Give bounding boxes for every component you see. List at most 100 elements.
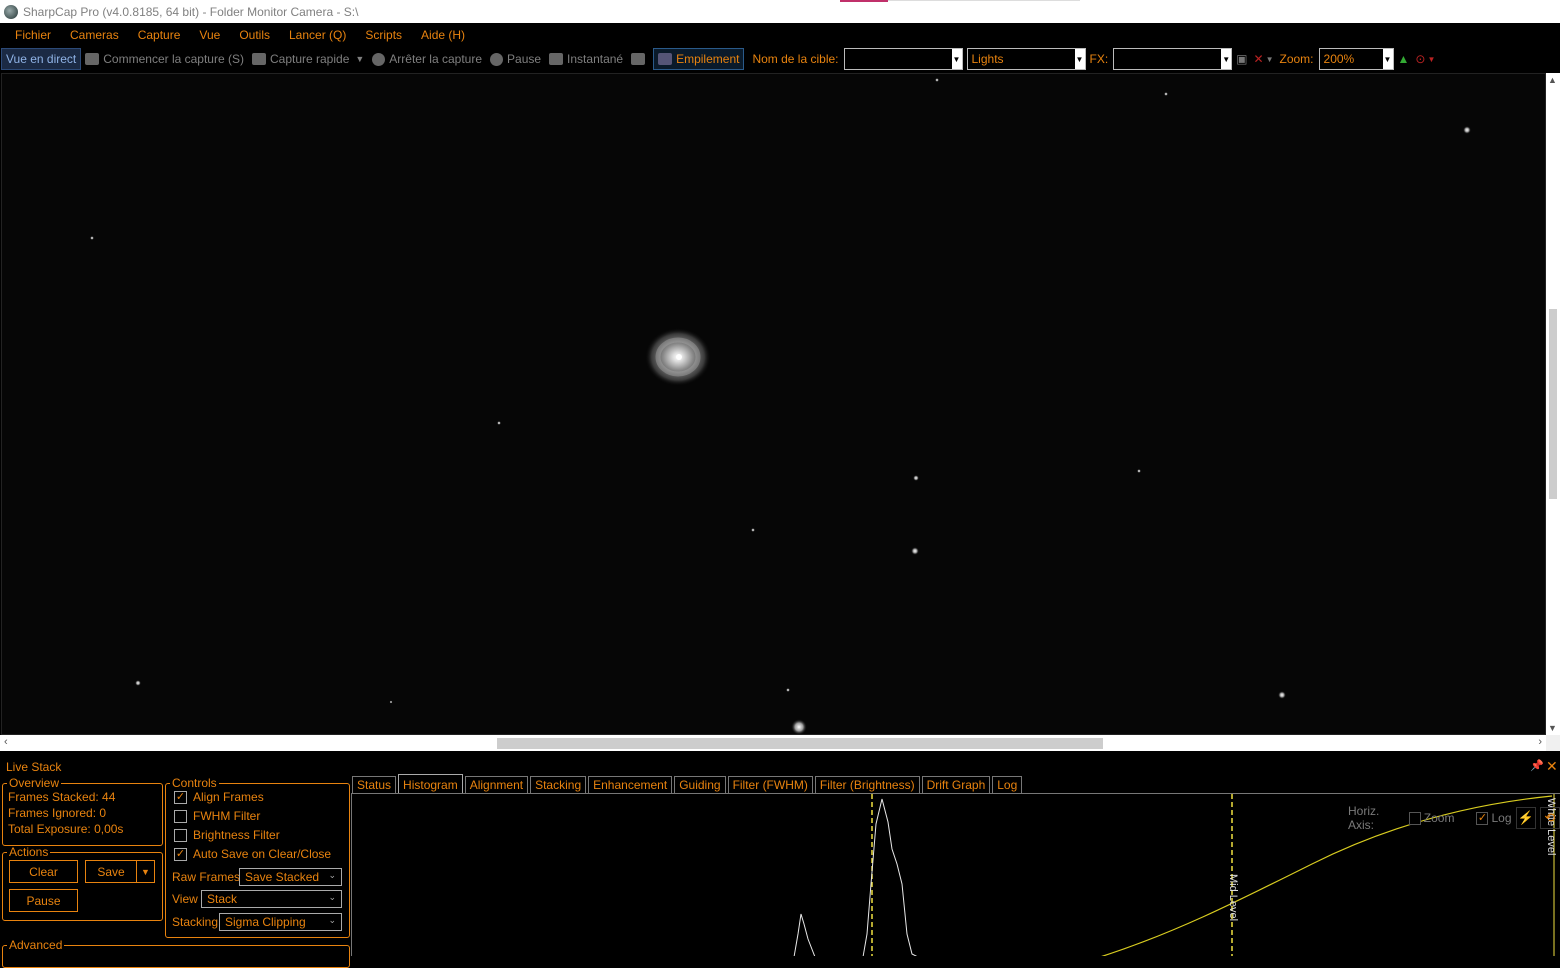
quick-capture-button[interactable]: Capture rapide ▼ <box>251 48 364 70</box>
brightness-filter-checkbox[interactable] <box>174 828 187 842</box>
auto-save-option[interactable]: ✓ Auto Save on Clear/Close <box>174 847 331 861</box>
frames-stacked-label: Frames Stacked: <box>8 790 99 804</box>
histogram-panel[interactable]: Mid Level White Level Horiz. Axis: Zoom … <box>351 793 1560 956</box>
start-capture-button[interactable]: Commencer la capture (S) <box>85 48 244 70</box>
vertical-scrollbar[interactable]: ▲ ▼ <box>1546 73 1560 735</box>
mid-level-label: Mid Level <box>1227 874 1239 922</box>
chevron-down-icon[interactable]: ▼ <box>355 54 364 64</box>
zoom-checkbox[interactable] <box>1408 811 1421 825</box>
view-row: View Stack ⌄ <box>172 889 344 909</box>
pin-icon[interactable]: 📌 <box>1530 759 1544 772</box>
scroll-right-icon[interactable]: › <box>1538 736 1542 748</box>
zoom-combo[interactable]: 200% ▼ <box>1318 48 1394 70</box>
brightness-filter-option[interactable]: Brightness Filter <box>174 828 280 842</box>
fwhm-filter-label: FWHM Filter <box>193 809 261 823</box>
menu-lancer[interactable]: Lancer (Q) <box>289 28 346 42</box>
menu-vue[interactable]: Vue <box>199 28 220 42</box>
overview-legend: Overview <box>9 776 60 790</box>
stack-icon <box>658 53 673 65</box>
clear-button[interactable]: Clear <box>9 860 78 883</box>
fx-combo[interactable]: ▼ <box>1113 48 1233 70</box>
menu-outils[interactable]: Outils <box>239 28 270 42</box>
save-dropdown-button[interactable]: ▼ <box>136 860 155 883</box>
crosshair-icon[interactable]: ✕ <box>1254 52 1264 66</box>
frame-type-combo[interactable]: Lights ▼ <box>966 48 1086 70</box>
horiz-axis-label: Horiz. Axis: <box>1348 804 1380 832</box>
scroll-corner <box>1546 735 1560 751</box>
auto-save-checkbox[interactable]: ✓ <box>174 847 187 861</box>
target-name-combo[interactable]: ▼ <box>843 48 963 70</box>
fx-value <box>1114 49 1221 69</box>
app-icon <box>4 4 18 19</box>
horizontal-scroll-thumb[interactable] <box>497 738 1103 749</box>
video-camera-icon <box>251 53 266 65</box>
live-stack-title: Live Stack <box>6 760 62 774</box>
chevron-down-icon[interactable]: ▼ <box>1266 55 1274 64</box>
quick-capture-label: Capture rapide <box>269 52 350 66</box>
log-checkbox[interactable]: ✓ <box>1476 811 1489 825</box>
scroll-up-icon[interactable]: ▲ <box>1548 75 1557 85</box>
save-button[interactable]: Save <box>85 860 137 883</box>
stacking-button[interactable]: Empilement <box>653 48 745 70</box>
align-frames-checkbox[interactable]: ✓ <box>174 790 187 804</box>
tab-guiding[interactable]: Guiding <box>674 776 726 794</box>
close-icon[interactable]: ✕ <box>1546 758 1558 775</box>
auto-stretch-icon[interactable]: ⚡ <box>1515 807 1536 829</box>
menu-scripts[interactable]: Scripts <box>365 28 402 42</box>
pause-stack-button[interactable]: Pause <box>9 889 78 912</box>
image-viewport[interactable] <box>1 73 1546 735</box>
snapshot-button[interactable]: Instantané <box>549 48 623 70</box>
brightness-filter-label: Brightness Filter <box>193 828 280 842</box>
menu-capture[interactable]: Capture <box>138 28 181 42</box>
vertical-scroll-thumb[interactable] <box>1549 309 1557 499</box>
menu-bar: Fichier Cameras Capture Vue Outils Lance… <box>0 23 1560 46</box>
fwhm-filter-option[interactable]: FWHM Filter <box>174 809 260 823</box>
tab-drift-graph[interactable]: Drift Graph <box>921 776 991 794</box>
reset-icon[interactable]: ⟲ <box>1539 807 1560 829</box>
frames-ignored-label: Frames Ignored: <box>8 806 97 820</box>
log-axis-label: Log <box>1491 811 1512 825</box>
raw-frames-select[interactable]: Save Stacked ⌄ <box>239 868 342 886</box>
histogram-curve <box>793 798 918 956</box>
tab-status[interactable]: Status <box>352 776 397 794</box>
live-view-button[interactable]: Vue en direct <box>1 48 82 70</box>
tab-filter-brightness[interactable]: Filter (Brightness) <box>814 776 920 794</box>
view-value: Stack <box>207 892 238 906</box>
fwhm-filter-checkbox[interactable] <box>174 809 187 823</box>
chevron-down-icon[interactable]: ▼ <box>1427 55 1435 64</box>
frames-stacked-value: 44 <box>102 790 116 804</box>
stop-icon <box>372 52 386 66</box>
raw-frames-row: Raw Frames Save Stacked ⌄ <box>172 867 344 887</box>
frames-ignored-value: 0 <box>99 806 107 820</box>
tab-filter-fwhm[interactable]: Filter (FWHM) <box>727 776 813 794</box>
reticle-icon[interactable]: ▣ <box>1236 52 1247 66</box>
menu-cameras[interactable]: Cameras <box>70 28 119 42</box>
chevron-down-icon: ▼ <box>951 49 962 69</box>
chevron-down-icon: ▼ <box>1074 49 1085 69</box>
align-frames-option[interactable]: ✓ Align Frames <box>174 790 264 804</box>
view-select[interactable]: Stack ⌄ <box>201 890 342 908</box>
pause-button[interactable]: Pause <box>490 48 541 70</box>
tab-log[interactable]: Log <box>992 776 1023 794</box>
video-camera-icon <box>85 53 100 65</box>
tab-enhancement[interactable]: Enhancement <box>588 776 673 794</box>
frames-stacked-row: Frames Stacked: 44 <box>8 790 162 806</box>
chevron-down-icon: ▼ <box>1221 49 1232 69</box>
stacking-select[interactable]: Sigma Clipping ⌄ <box>219 913 342 931</box>
display-settings-button[interactable] <box>631 48 649 70</box>
scroll-left-icon[interactable]: ‹ <box>4 736 8 748</box>
tab-histogram[interactable]: Histogram <box>398 774 463 794</box>
stop-capture-button[interactable]: Arrêter la capture <box>372 48 482 70</box>
tab-stacking[interactable]: Stacking <box>530 776 587 794</box>
tab-alignment[interactable]: Alignment <box>464 776 529 794</box>
histogram-icon[interactable]: ▲ <box>1398 52 1410 66</box>
menu-aide[interactable]: Aide (H) <box>421 28 465 42</box>
scroll-down-icon[interactable]: ▼ <box>1548 723 1557 733</box>
controls-legend: Controls <box>172 776 217 790</box>
zoom-tool-icon[interactable]: ⊙ <box>1415 52 1425 66</box>
live-stack-panel: Live Stack 📌 ✕ Overview Frames Stacked: … <box>0 757 1560 968</box>
horizontal-scrollbar[interactable]: ‹ › <box>0 735 1546 751</box>
advanced-group: Advanced <box>2 938 350 968</box>
menu-fichier[interactable]: Fichier <box>15 28 51 42</box>
total-exposure-value: 0,00s <box>94 822 124 836</box>
